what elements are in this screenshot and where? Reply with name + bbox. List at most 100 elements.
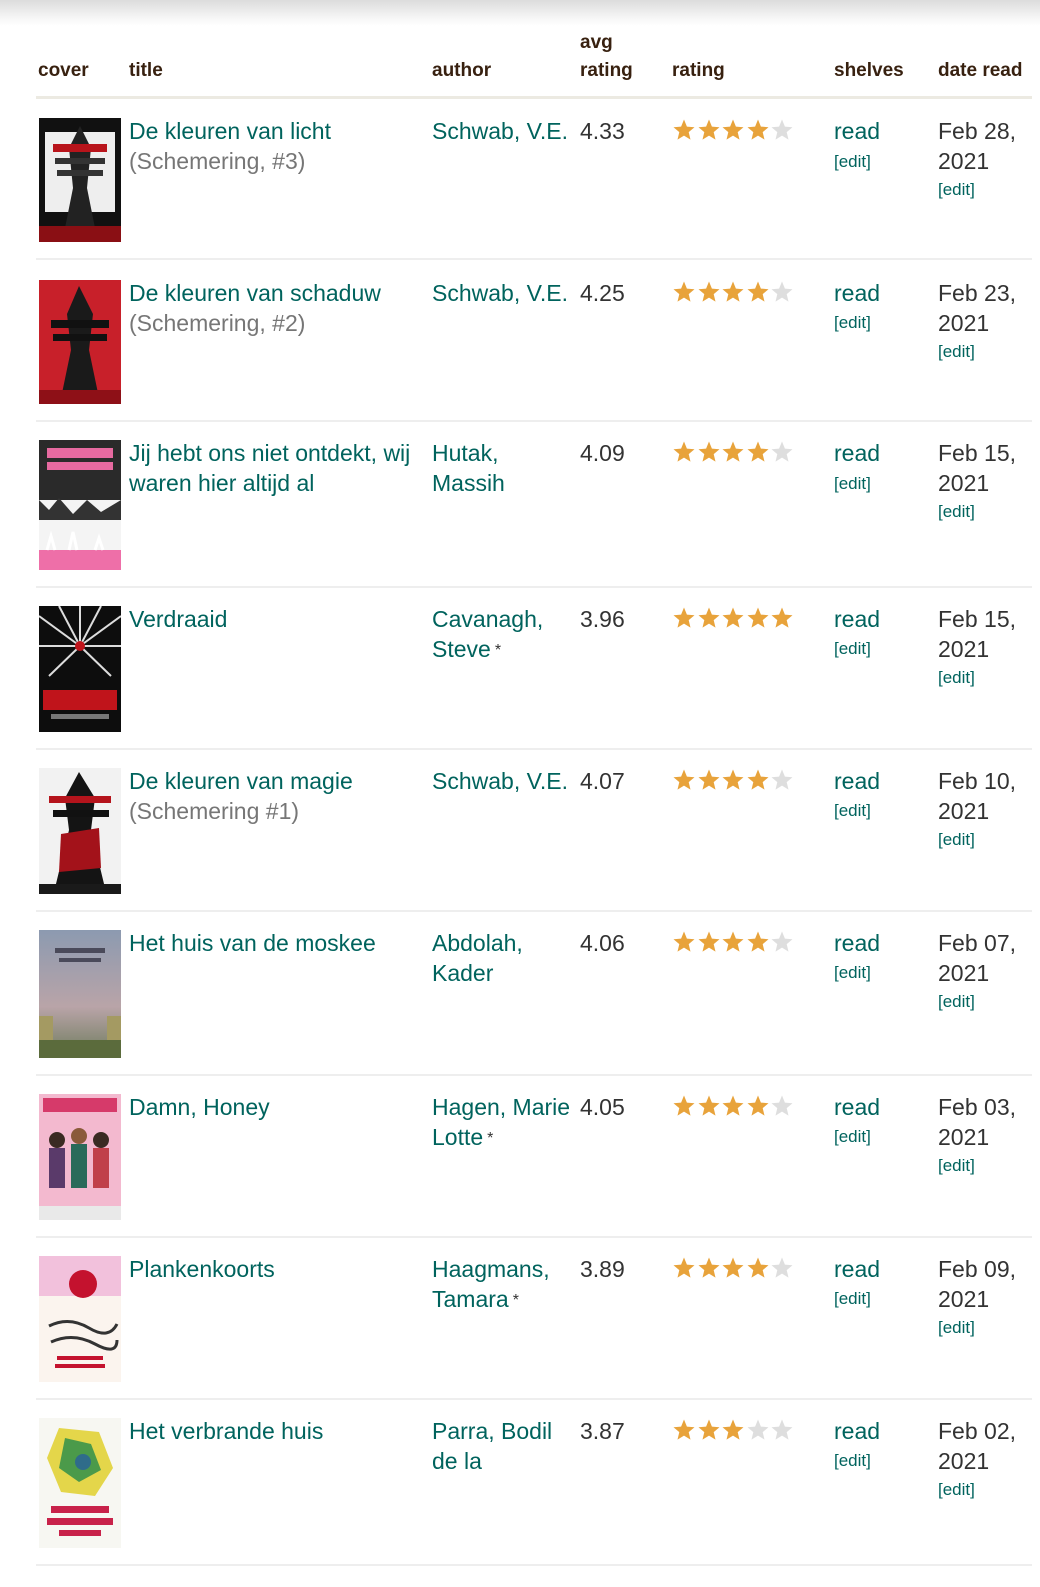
shelf-link[interactable]: read: [834, 278, 880, 308]
star-rating[interactable]: [672, 606, 795, 630]
shelf-edit-link[interactable]: [edit]: [834, 1289, 871, 1309]
book-title-text[interactable]: Jij hebt ons niet ontdekt, wij waren hie…: [129, 440, 410, 496]
star-filled-icon[interactable]: [721, 440, 745, 464]
book-author[interactable]: Cavanagh, Steve *: [432, 604, 572, 664]
shelf-link[interactable]: read: [834, 1416, 880, 1446]
date-edit-link[interactable]: [edit]: [938, 668, 975, 688]
book-title[interactable]: Plankenkoorts: [129, 1254, 424, 1284]
shelf-link[interactable]: read: [834, 1092, 880, 1122]
book-cover[interactable]: [39, 118, 121, 242]
book-title-text[interactable]: Het huis van de moskee: [129, 930, 376, 956]
book-author-text[interactable]: Cavanagh, Steve: [432, 606, 543, 662]
star-filled-icon[interactable]: [697, 440, 721, 464]
star-filled-icon[interactable]: [672, 1418, 696, 1442]
star-filled-icon[interactable]: [746, 1094, 770, 1118]
book-title[interactable]: Het verbrande huis: [129, 1416, 424, 1446]
book-author-text[interactable]: Parra, Bodil de la: [432, 1418, 552, 1474]
star-filled-icon[interactable]: [672, 768, 696, 792]
header-title[interactable]: title: [129, 60, 163, 82]
star-filled-icon[interactable]: [672, 280, 696, 304]
shelf-edit-link[interactable]: [edit]: [834, 639, 871, 659]
shelf-edit-link[interactable]: [edit]: [834, 1127, 871, 1147]
header-avg-rating-line2[interactable]: rating: [580, 60, 633, 82]
star-filled-icon[interactable]: [672, 930, 696, 954]
book-title[interactable]: Jij hebt ons niet ontdekt, wij waren hie…: [129, 438, 424, 498]
book-author-text[interactable]: Schwab, V.E.: [432, 280, 568, 306]
star-filled-icon[interactable]: [746, 606, 770, 630]
star-filled-icon[interactable]: [672, 606, 696, 630]
shelf-link[interactable]: read: [834, 116, 880, 146]
book-cover[interactable]: [39, 1094, 121, 1220]
star-filled-icon[interactable]: [672, 440, 696, 464]
book-author-text[interactable]: Haagmans, Tamara: [432, 1256, 550, 1312]
star-filled-icon[interactable]: [721, 768, 745, 792]
star-rating[interactable]: [672, 118, 795, 142]
book-title-text[interactable]: De kleuren van magie: [129, 768, 353, 794]
star-filled-icon[interactable]: [746, 768, 770, 792]
book-title-text[interactable]: De kleuren van schaduw: [129, 280, 381, 306]
book-author[interactable]: Haagmans, Tamara *: [432, 1254, 572, 1314]
star-empty-icon[interactable]: [770, 768, 794, 792]
star-rating[interactable]: [672, 280, 795, 304]
star-filled-icon[interactable]: [697, 606, 721, 630]
book-cover[interactable]: [39, 1256, 121, 1382]
book-title[interactable]: De kleuren van magie (Schemering #1): [129, 766, 424, 826]
book-title-text[interactable]: De kleuren van licht: [129, 118, 331, 144]
book-author-text[interactable]: Schwab, V.E.: [432, 118, 568, 144]
star-filled-icon[interactable]: [697, 930, 721, 954]
book-cover[interactable]: [39, 930, 121, 1058]
book-author[interactable]: Schwab, V.E.: [432, 278, 572, 308]
star-filled-icon[interactable]: [746, 440, 770, 464]
star-filled-icon[interactable]: [697, 118, 721, 142]
book-author-text[interactable]: Hutak, Massih: [432, 440, 505, 496]
star-rating[interactable]: [672, 1256, 795, 1280]
date-edit-link[interactable]: [edit]: [938, 1318, 975, 1338]
star-filled-icon[interactable]: [746, 280, 770, 304]
book-title[interactable]: Het huis van de moskee: [129, 928, 424, 958]
shelf-edit-link[interactable]: [edit]: [834, 963, 871, 983]
date-edit-link[interactable]: [edit]: [938, 180, 975, 200]
star-filled-icon[interactable]: [721, 606, 745, 630]
star-empty-icon[interactable]: [770, 930, 794, 954]
date-edit-link[interactable]: [edit]: [938, 502, 975, 522]
shelf-edit-link[interactable]: [edit]: [834, 1451, 871, 1471]
book-title-text[interactable]: Het verbrande huis: [129, 1418, 323, 1444]
book-author[interactable]: Parra, Bodil de la: [432, 1416, 572, 1476]
star-filled-icon[interactable]: [697, 280, 721, 304]
star-rating[interactable]: [672, 1418, 795, 1442]
star-empty-icon[interactable]: [770, 118, 794, 142]
star-empty-icon[interactable]: [770, 1418, 794, 1442]
star-filled-icon[interactable]: [770, 606, 794, 630]
book-author-text[interactable]: Abdolah, Kader: [432, 930, 523, 986]
book-title[interactable]: Damn, Honey: [129, 1092, 424, 1122]
date-edit-link[interactable]: [edit]: [938, 342, 975, 362]
star-filled-icon[interactable]: [746, 118, 770, 142]
book-title-text[interactable]: Damn, Honey: [129, 1094, 270, 1120]
book-cover[interactable]: [39, 440, 121, 570]
shelf-link[interactable]: read: [834, 604, 880, 634]
shelf-link[interactable]: read: [834, 1254, 880, 1284]
star-empty-icon[interactable]: [770, 1094, 794, 1118]
date-edit-link[interactable]: [edit]: [938, 1156, 975, 1176]
star-filled-icon[interactable]: [697, 1094, 721, 1118]
star-empty-icon[interactable]: [770, 440, 794, 464]
header-avg-rating-line1[interactable]: avg: [580, 32, 613, 54]
shelf-edit-link[interactable]: [edit]: [834, 801, 871, 821]
book-title[interactable]: De kleuren van schaduw (Schemering, #2): [129, 278, 424, 338]
book-author-text[interactable]: Hagen, Marie Lotte: [432, 1094, 570, 1150]
star-filled-icon[interactable]: [697, 768, 721, 792]
date-edit-link[interactable]: [edit]: [938, 1480, 975, 1500]
star-empty-icon[interactable]: [770, 1256, 794, 1280]
shelf-edit-link[interactable]: [edit]: [834, 152, 871, 172]
book-cover[interactable]: [39, 1418, 121, 1548]
shelf-link[interactable]: read: [834, 928, 880, 958]
star-filled-icon[interactable]: [721, 1094, 745, 1118]
header-date-read[interactable]: date read: [938, 60, 1022, 82]
book-author[interactable]: Abdolah, Kader: [432, 928, 572, 988]
book-author-text[interactable]: Schwab, V.E.: [432, 768, 568, 794]
shelf-link[interactable]: read: [834, 438, 880, 468]
book-title[interactable]: Verdraaid: [129, 604, 424, 634]
star-filled-icon[interactable]: [721, 1418, 745, 1442]
book-title[interactable]: De kleuren van licht (Schemering, #3): [129, 116, 424, 176]
book-author[interactable]: Hutak, Massih: [432, 438, 572, 498]
